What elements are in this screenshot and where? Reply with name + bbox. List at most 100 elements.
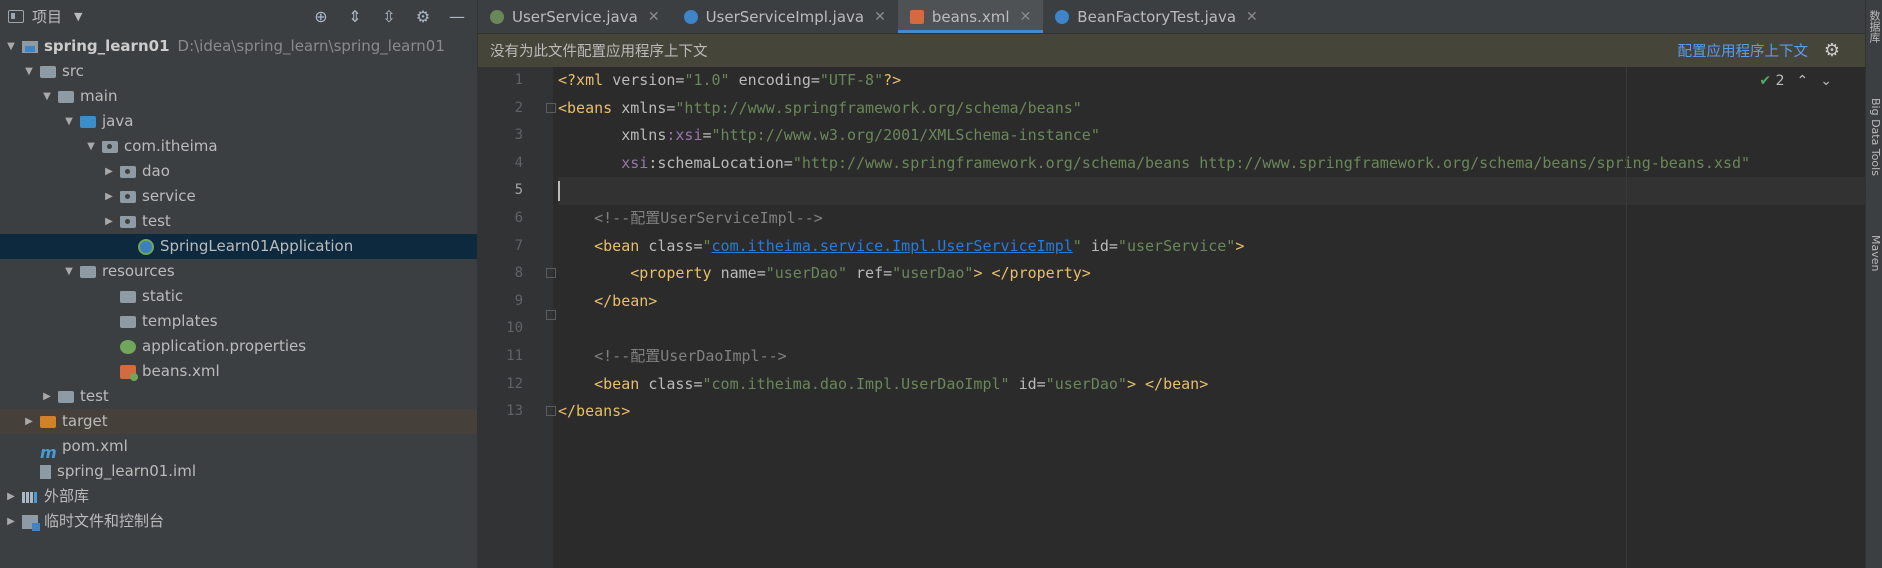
code-tag: ?> [883, 71, 902, 89]
chevron-right-icon[interactable]: ▶ [4, 509, 18, 534]
code-line[interactable]: <bean class="com.itheima.service.Impl.Us… [558, 233, 1866, 261]
code-line[interactable]: <!--配置UserDaoImpl--> [558, 343, 1866, 371]
folder-icon [40, 66, 56, 78]
chevron-right-icon[interactable]: ▶ [102, 184, 116, 209]
tab-userserviceimpl-java[interactable]: UserServiceImpl.java ✕ [672, 0, 898, 33]
tree-item-dao[interactable]: ▶ dao [0, 159, 477, 184]
code-attr: class [648, 374, 694, 393]
tree-item-application-properties[interactable]: ▶ application.properties [0, 334, 477, 359]
fold-marker-icon[interactable] [546, 103, 556, 113]
code-line[interactable]: </beans> [558, 398, 1866, 426]
code-line[interactable]: <!--配置UserServiceImpl--> [558, 205, 1866, 233]
code-line-current[interactable] [558, 177, 1866, 205]
close-icon[interactable]: ✕ [874, 9, 886, 25]
tree-item-templates[interactable]: ▶ templates [0, 309, 477, 334]
code-line[interactable]: xsi:schemaLocation="http://www.springfra… [558, 150, 1866, 178]
code-line[interactable]: <?xml version="1.0" encoding="UTF-8"?> [558, 67, 1866, 95]
line-number: 5 [514, 182, 523, 199]
resources-folder-icon [80, 266, 96, 278]
tab-beans-xml[interactable]: beans.xml ✕ [897, 0, 1044, 33]
code-line[interactable]: xmlns:xsi="http://www.w3.org/2001/XMLSch… [558, 122, 1866, 150]
inspection-status[interactable]: ✔ 2 [1759, 73, 1784, 89]
tree-item-pom-xml[interactable]: ▶ m pom.xml [0, 434, 477, 462]
tree-item-test[interactable]: ▶ test [0, 384, 477, 409]
configure-context-link[interactable]: 配置应用程序上下文 [1678, 40, 1809, 61]
code-line[interactable]: </bean> [558, 288, 1866, 316]
tab-beanfactorytest-java[interactable]: BeanFactoryTest.java ✕ [1043, 0, 1269, 33]
tool-tab-big-data-tools[interactable]: Big Data Tools [1866, 98, 1882, 176]
tree-item-label: main [80, 87, 118, 105]
chevron-right-icon[interactable]: ▶ [102, 209, 116, 234]
tree-item-static[interactable]: ▶ static [0, 284, 477, 309]
minimize-icon[interactable]: — [447, 7, 467, 26]
chevron-down-icon[interactable]: ▼ [22, 59, 36, 84]
tree-item-scratches[interactable]: ▶ 临时文件和控制台 [0, 509, 477, 534]
fold-marker-icon[interactable] [546, 310, 556, 320]
locate-icon[interactable]: ⊕ [311, 7, 331, 26]
tab-userservice-java[interactable]: UserService.java ✕ [478, 0, 672, 33]
inspection-widget[interactable]: ✔ 2 ⌃ ⌄ [1759, 67, 1832, 95]
interface-icon [490, 9, 504, 24]
collapse-all-icon[interactable]: ⇳ [379, 7, 399, 26]
chevron-down-icon[interactable]: ⌄ [1820, 73, 1832, 89]
code-attr: id [1009, 374, 1037, 393]
tree-item-test-package[interactable]: ▶ test [0, 209, 477, 234]
chevron-down-icon[interactable]: ▼ [84, 134, 98, 159]
code-tag: <bean [558, 236, 649, 255]
code-tag: </beans> [558, 402, 631, 421]
chevron-right-icon[interactable]: ▶ [102, 159, 116, 184]
code-line[interactable]: <bean class="com.itheima.dao.Impl.UserDa… [558, 371, 1866, 399]
tree-item-external-libraries[interactable]: ▶ 外部库 [0, 484, 477, 509]
chevron-right-icon[interactable]: ▶ [4, 484, 18, 509]
class-icon [683, 9, 698, 24]
gear-icon[interactable]: ⚙ [1824, 40, 1840, 61]
tree-item-target[interactable]: ▶ target [0, 409, 477, 434]
tree-item-service[interactable]: ▶ service [0, 184, 477, 209]
tree-item-spring-learn01[interactable]: ▼ spring_learn01 D:\idea\spring_learn\sp… [0, 34, 477, 59]
expand-all-icon[interactable]: ⇕ [345, 7, 365, 26]
code-line[interactable]: <beans xmlns="http://www.springframework… [558, 95, 1866, 123]
chevron-down-icon[interactable]: ▼ [4, 34, 18, 59]
tree-item-beans-xml[interactable]: ▶ beans.xml [0, 359, 477, 384]
code-value: "http://www.springframework.org/schema/b… [792, 153, 1751, 172]
chevron-down-icon[interactable]: ▼ [74, 10, 82, 23]
tree-item-label: 外部库 [44, 487, 90, 505]
package-icon [120, 166, 136, 178]
class-reference-link[interactable]: com.itheima.service.Impl.UserServiceImpl [712, 237, 1073, 255]
tree-item-label: service [142, 187, 196, 205]
code-eq: = [756, 264, 766, 283]
tree-item-src[interactable]: ▼ src [0, 59, 477, 84]
project-title[interactable]: 项目 [32, 6, 62, 27]
chevron-down-icon[interactable]: ▼ [62, 259, 76, 284]
chevron-right-icon[interactable]: ▶ [22, 409, 36, 434]
code-line[interactable]: <property name="userDao" ref="userDao"> … [558, 260, 1866, 288]
tree-item-java[interactable]: ▼ java [0, 109, 477, 134]
code-line[interactable] [558, 315, 1866, 343]
chevron-right-icon[interactable]: ▶ [40, 384, 54, 409]
code-tag: > [1235, 236, 1245, 255]
line-number: 7 [514, 237, 523, 254]
tree-item-main[interactable]: ▼ main [0, 84, 477, 109]
chevron-down-icon[interactable]: ▼ [40, 84, 54, 109]
code-attr: encoding [729, 71, 811, 89]
tree-item-label: 临时文件和控制台 [44, 512, 165, 530]
tree-item-resources[interactable]: ▼ resources [0, 259, 477, 284]
tree-item-springlearn01application[interactable]: ▶ SpringLearn01Application [0, 234, 477, 259]
chevron-down-icon[interactable]: ▼ [62, 109, 76, 134]
gear-icon[interactable]: ⚙ [413, 7, 433, 26]
tree-item-com-itheima[interactable]: ▼ com.itheima [0, 134, 477, 159]
tool-tab-maven[interactable]: Maven [1866, 235, 1882, 271]
fold-marker-icon[interactable] [546, 406, 556, 416]
close-icon[interactable]: ✕ [1020, 9, 1032, 25]
tool-tab-database[interactable]: 数据库 [1866, 10, 1882, 43]
code-lines[interactable]: <?xml version="1.0" encoding="UTF-8"?> <… [558, 67, 1866, 426]
tree-item-iml[interactable]: ▶ spring_learn01.iml [0, 459, 477, 484]
tree-item-label: java [102, 112, 134, 130]
close-icon[interactable]: ✕ [1246, 9, 1258, 25]
line-number: 11 [506, 347, 523, 364]
close-icon[interactable]: ✕ [648, 9, 660, 25]
chevron-up-icon[interactable]: ⌃ [1797, 73, 1809, 89]
code-editor[interactable]: 1 2 3 4 5 6 7 8 9 10 11 12 13 <?xml vers… [478, 67, 1866, 568]
fold-marker-icon[interactable] [546, 268, 556, 278]
text-cursor [558, 180, 560, 201]
